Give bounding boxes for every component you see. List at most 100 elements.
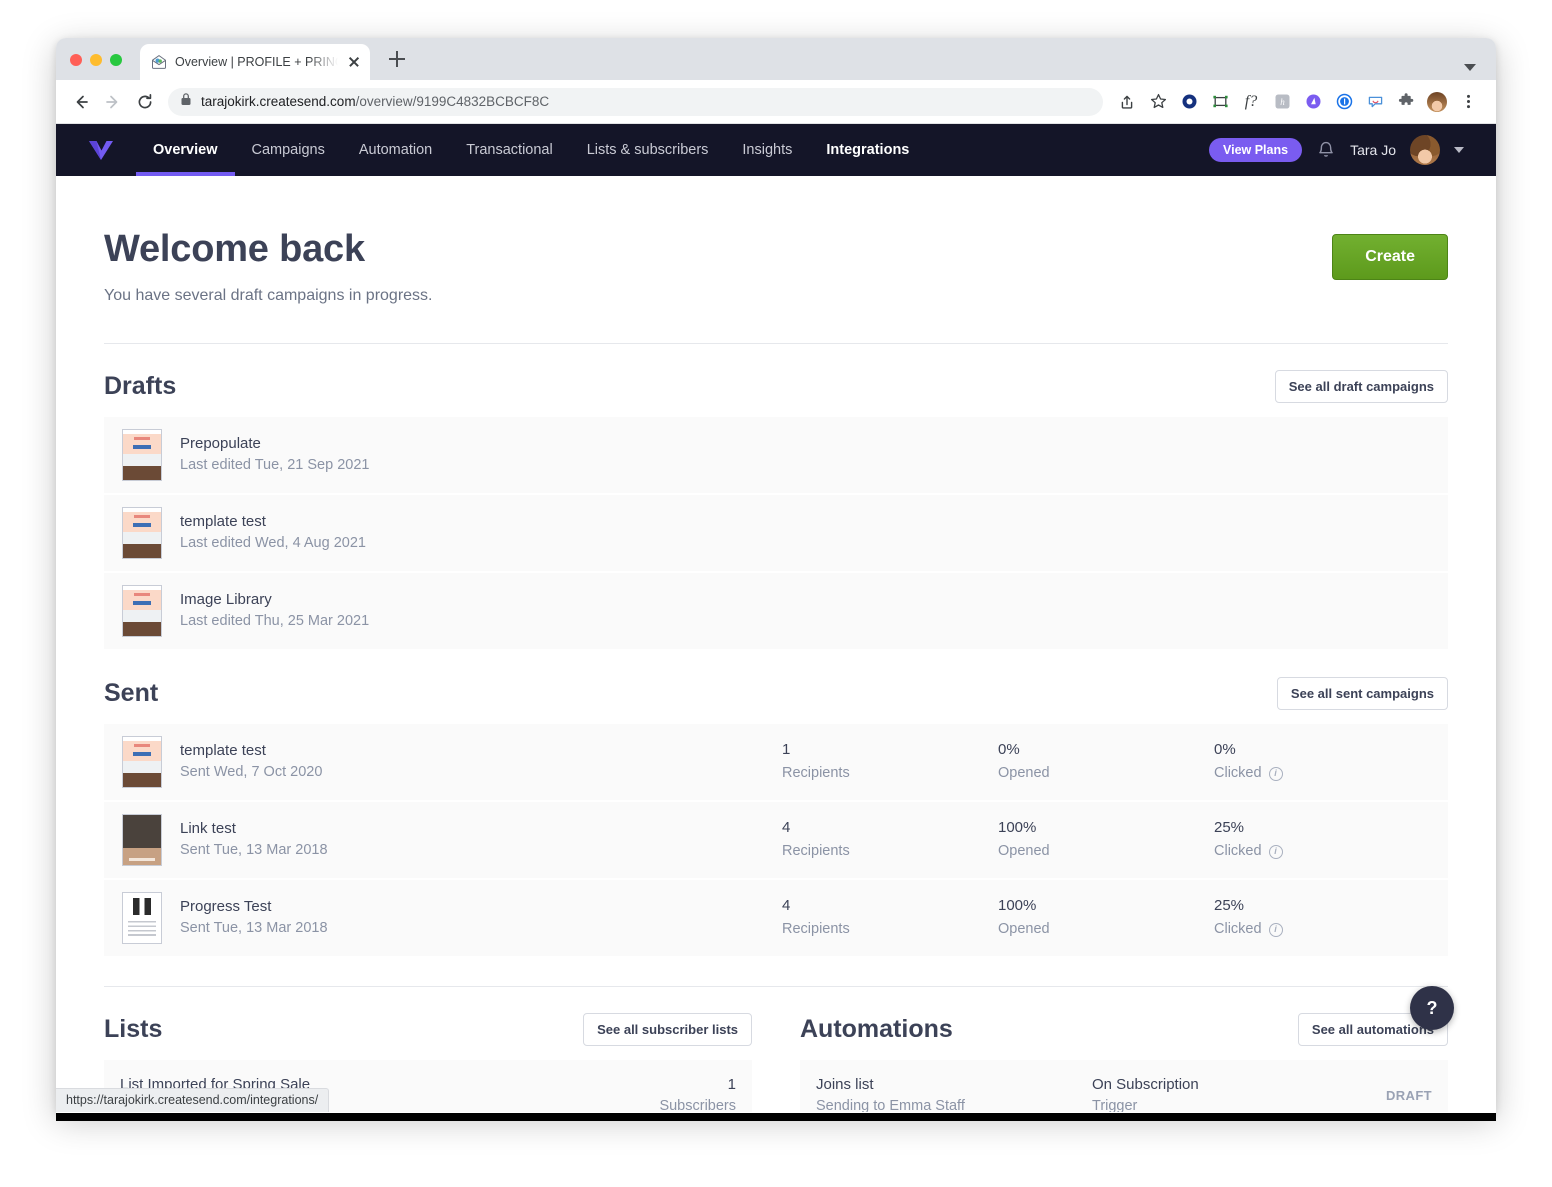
close-tab-icon[interactable]	[346, 54, 362, 70]
metric-label: Opened	[998, 921, 1050, 937]
share-icon[interactable]	[1113, 88, 1141, 116]
nav-item-automation[interactable]: Automation	[342, 124, 449, 176]
metric-value: 25%	[1214, 897, 1245, 915]
row-text: Progress Test Sent Tue, 13 Mar 2018	[180, 896, 328, 940]
status-badge-text: DRAFT	[1385, 1087, 1432, 1103]
see-all-sent-campaigns-button[interactable]: See all sent campaigns	[1276, 677, 1448, 710]
nav-label: Campaigns	[251, 142, 325, 158]
metric-value: 1	[782, 741, 791, 759]
nav-item-lists-subscribers[interactable]: Lists & subscribers	[570, 124, 726, 176]
metric-value: 0%	[998, 741, 1020, 759]
campaign-name: template test	[180, 513, 266, 531]
metric-opened: 100% Opened	[998, 817, 1214, 863]
view-plans-button[interactable]: View Plans	[1208, 138, 1303, 162]
bookmark-star-icon[interactable]	[1144, 88, 1172, 116]
see-all-draft-campaigns-button[interactable]: See all draft campaigns	[1274, 370, 1448, 403]
svg-text:h: h	[1280, 97, 1285, 107]
chevron-down-icon[interactable]	[1454, 147, 1464, 153]
nav-item-integrations[interactable]: Integrations	[809, 124, 926, 176]
screenshot-icon[interactable]	[1206, 88, 1234, 116]
user-name-label[interactable]: Tara Jo	[1350, 142, 1396, 158]
nav-item-transactional[interactable]: Transactional	[449, 124, 570, 176]
address-bar-url: tarajokirk.createsend.com/overview/9199C…	[201, 94, 549, 109]
nav-label: Lists & subscribers	[586, 142, 709, 158]
grammarly-icon[interactable]	[1175, 88, 1203, 116]
table-row[interactable]: Prepopulate Last edited Tue, 21 Sep 2021	[104, 417, 1448, 495]
campaign-metrics: 4 Recipients 100% Opened 25% Clicked i	[782, 895, 1430, 941]
extensions-puzzle-icon[interactable]	[1392, 88, 1420, 116]
lists-section-header: Lists See all subscriber lists	[104, 987, 752, 1060]
campaign-monitor-logo[interactable]	[84, 133, 118, 167]
metric-clicked: 25% Clicked i	[1214, 895, 1430, 941]
forward-button[interactable]	[98, 87, 128, 117]
metric-label: Recipients	[782, 921, 850, 937]
maximize-window-button[interactable]	[110, 54, 122, 66]
table-row[interactable]: Link test Sent Tue, 13 Mar 2018 4 Recipi…	[104, 802, 1448, 880]
campaign-name: Progress Test	[180, 898, 272, 916]
nav-label: Overview	[153, 142, 218, 158]
campaign-meta: Last edited Tue, 21 Sep 2021	[180, 457, 370, 473]
metric-recipients: 1 Recipients	[782, 739, 998, 785]
reload-button[interactable]	[130, 87, 160, 117]
info-icon[interactable]: i	[1268, 922, 1283, 937]
drafts-section-header: Drafts See all draft campaigns	[104, 344, 1448, 417]
metric-opened: 0% Opened	[998, 739, 1214, 785]
chat-icon[interactable]	[1361, 88, 1389, 116]
close-window-button[interactable]	[70, 54, 82, 66]
notification-bell-icon[interactable]	[1316, 140, 1336, 160]
sent-section-header: Sent See all sent campaigns	[104, 651, 1448, 724]
address-bar[interactable]: tarajokirk.createsend.com/overview/9199C…	[168, 87, 1103, 116]
campaign-name: Link test	[180, 820, 236, 838]
automations-column: Automations See all automations Joins li…	[800, 987, 1448, 1112]
automation-meta: Sending to Emma Staff	[816, 1097, 965, 1112]
nav-item-campaigns[interactable]: Campaigns	[235, 124, 342, 176]
back-button[interactable]	[66, 87, 96, 117]
metric-value: 100%	[998, 819, 1037, 837]
create-button[interactable]: Create	[1332, 234, 1448, 280]
metric-label: Clicked i	[1214, 841, 1430, 863]
campaign-thumbnail	[122, 585, 162, 637]
avast-icon[interactable]	[1299, 88, 1327, 116]
onepassword-icon[interactable]	[1330, 88, 1358, 116]
chrome-menu-icon[interactable]	[1454, 88, 1482, 116]
campaign-name: Image Library	[180, 591, 272, 609]
profile-avatar-icon[interactable]	[1423, 88, 1451, 116]
new-tab-button[interactable]	[384, 46, 410, 72]
info-icon[interactable]: i	[1268, 844, 1283, 859]
honey-icon[interactable]: h	[1268, 88, 1296, 116]
metric-label: Clicked i	[1214, 763, 1430, 785]
automations-section-header: Automations See all automations	[800, 987, 1448, 1060]
nav-item-insights[interactable]: Insights	[725, 124, 809, 176]
metric-opened: 100% Opened	[998, 895, 1214, 941]
browser-window: Overview | PROFILE + PRINCIP tarajokirk.…	[56, 38, 1496, 1113]
see-all-subscriber-lists-button[interactable]: See all subscriber lists	[583, 1013, 752, 1046]
table-row[interactable]: template test Last edited Wed, 4 Aug 202…	[104, 495, 1448, 573]
browser-tab-title: Overview | PROFILE + PRINCIP	[175, 55, 338, 69]
url-host: tarajokirk.createsend.com	[201, 94, 356, 109]
chevron-down-icon[interactable]	[1464, 64, 1476, 71]
avatar[interactable]	[1410, 135, 1440, 165]
list-item[interactable]: Joins list Sending to Emma Staff On Subs…	[800, 1060, 1448, 1112]
nav-label: Automation	[358, 142, 433, 158]
nav-item-overview[interactable]: Overview	[136, 124, 235, 176]
table-row[interactable]: template test Sent Wed, 7 Oct 2020 1 Rec…	[104, 724, 1448, 802]
page-subtitle: You have several draft campaigns in prog…	[104, 287, 433, 304]
trigger-value: On Subscription	[1092, 1076, 1199, 1093]
minimize-window-button[interactable]	[90, 54, 102, 66]
envelope-favicon	[151, 54, 167, 70]
table-row[interactable]: Image Library Last edited Thu, 25 Mar 20…	[104, 573, 1448, 651]
campaign-meta: Last edited Thu, 25 Mar 2021	[180, 613, 370, 629]
browser-tab[interactable]: Overview | PROFILE + PRINCIP	[140, 44, 370, 80]
help-button[interactable]: ?	[1410, 986, 1454, 1030]
table-row[interactable]: Progress Test Sent Tue, 13 Mar 2018 4 Re…	[104, 880, 1448, 958]
nav-label: Transactional	[466, 142, 553, 158]
info-icon[interactable]: i	[1268, 766, 1283, 781]
metric-value: 25%	[1214, 819, 1245, 837]
drafts-list: Prepopulate Last edited Tue, 21 Sep 2021…	[104, 417, 1448, 651]
page-viewport: Overview Campaigns Automation Transactio…	[56, 124, 1496, 1112]
metric-label: Recipients	[782, 843, 850, 859]
page-content: Welcome back You have several draft camp…	[56, 176, 1496, 1112]
window-traffic-lights	[70, 54, 122, 66]
row-text: Image Library Last edited Thu, 25 Mar 20…	[180, 589, 369, 633]
row-text: template test Last edited Wed, 4 Aug 202…	[180, 511, 366, 555]
